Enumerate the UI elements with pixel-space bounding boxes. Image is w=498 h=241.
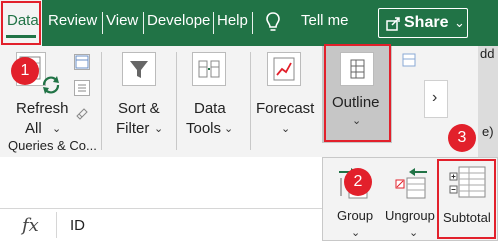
truncated-text: dd xyxy=(480,46,495,61)
properties-icon[interactable] xyxy=(74,80,90,96)
forecast-label: Forecast xyxy=(256,100,315,117)
ungroup-icon xyxy=(395,168,427,199)
sort-filter-button[interactable]: Sort & Filter ⌄ xyxy=(110,52,170,137)
refresh-arrows-icon xyxy=(42,76,60,94)
tab-review[interactable]: Review xyxy=(48,12,97,29)
refresh-all-label: Refresh xyxy=(16,100,69,117)
data-tools-icon xyxy=(192,52,226,86)
subtotal-highlight-box xyxy=(437,159,496,239)
forecast-button[interactable]: Forecast ⌄ xyxy=(255,52,317,135)
step-badge-2: 2 xyxy=(344,168,372,196)
data-tab-highlight-box xyxy=(1,1,41,45)
chevron-down-icon: ⌄ xyxy=(52,123,62,135)
formula-bar-divider xyxy=(56,212,57,238)
share-icon xyxy=(386,17,400,31)
sort-filter-label-1: Sort & xyxy=(118,100,160,117)
formula-bar-border xyxy=(0,208,322,209)
ribbon-tab-bar: Data Review View Develope Help Tell me S… xyxy=(0,0,498,46)
group-divider xyxy=(250,52,251,150)
tab-view[interactable]: View xyxy=(106,12,138,29)
ungroup-label: Ungroup xyxy=(385,208,435,223)
queries-connections-icon[interactable] xyxy=(74,54,90,70)
sort-filter-icon xyxy=(122,52,156,86)
analysis-icon[interactable] xyxy=(401,52,417,68)
ribbon-right-edge: dd e) xyxy=(478,46,498,157)
tab-divider xyxy=(102,12,103,34)
group-divider xyxy=(176,52,177,150)
group-divider xyxy=(101,52,102,150)
share-label: Share xyxy=(404,14,449,31)
chevron-down-icon: ⌄ xyxy=(281,123,291,135)
chevron-right-icon: › xyxy=(432,89,438,106)
step-badge-1: 1 xyxy=(11,57,39,85)
forecast-icon xyxy=(267,52,301,86)
data-tools-button[interactable]: Data Tools ⌄ xyxy=(184,52,244,137)
tab-help[interactable]: Help xyxy=(217,12,248,29)
more-commands-button[interactable]: › xyxy=(424,80,448,118)
data-tools-label-2: Tools xyxy=(186,120,222,137)
step-badge-3: 3 xyxy=(448,124,476,152)
insert-function-icon[interactable]: fx xyxy=(22,215,39,236)
edit-links-icon[interactable] xyxy=(74,106,90,122)
group-label: Group xyxy=(337,208,374,223)
share-button[interactable]: Share ⌄ xyxy=(378,8,468,38)
formula-bar-input[interactable]: ID xyxy=(70,217,85,234)
tab-divider xyxy=(143,12,144,34)
tab-divider xyxy=(213,12,214,34)
queries-group-caption: Queries & Co... xyxy=(8,138,97,153)
chevron-down-icon: ⌄ xyxy=(409,227,419,239)
data-tools-label-1: Data xyxy=(194,100,226,117)
sort-filter-label-2: Filter xyxy=(116,120,150,137)
outline-highlight-box xyxy=(324,44,391,142)
truncated-text: e) xyxy=(482,124,494,139)
chevron-down-icon: ⌄ xyxy=(224,123,234,135)
chevron-down-icon: ⌄ xyxy=(351,227,361,239)
tab-divider xyxy=(252,12,253,34)
tab-developer[interactable]: Develope xyxy=(147,12,210,29)
share-chevron-icon: ⌄ xyxy=(454,15,465,30)
chevron-down-icon: ⌄ xyxy=(154,123,164,135)
tell-me-search[interactable]: Tell me xyxy=(301,12,349,29)
ungroup-button[interactable]: Ungroup ⌄ xyxy=(385,164,441,240)
lightbulb-icon[interactable] xyxy=(266,12,280,34)
refresh-all-sublabel: All xyxy=(25,120,42,137)
